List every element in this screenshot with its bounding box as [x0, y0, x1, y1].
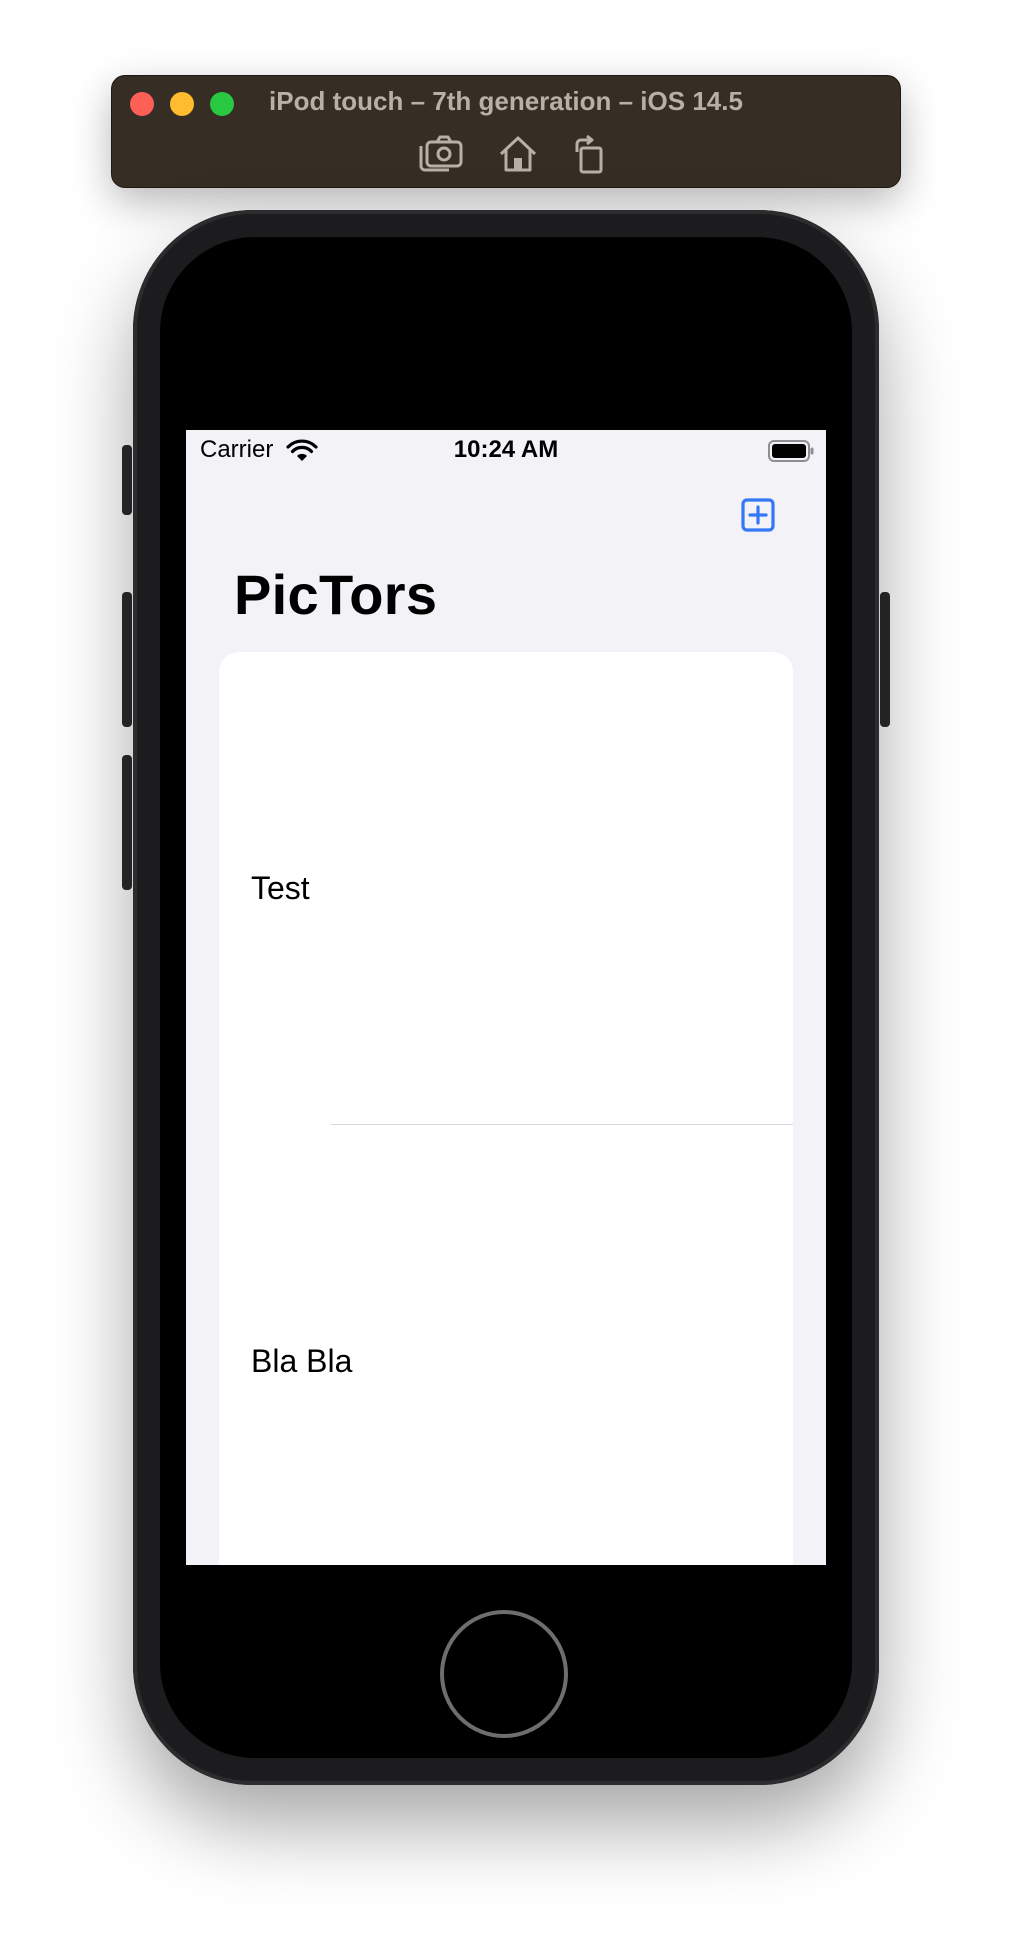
window-title: iPod touch – 7th generation – iOS 14.5 [269, 86, 743, 116]
home-icon[interactable] [495, 134, 541, 174]
status-time: 10:24 AM [453, 436, 559, 463]
add-button[interactable] [741, 498, 775, 532]
volume-down-button [122, 755, 132, 890]
device-screen: Carrier 10:24 AM PicTors Test Bla Bla [186, 430, 826, 1565]
plus-square-icon [741, 498, 775, 532]
list-item[interactable]: Bla Bla [219, 1125, 793, 1565]
power-button [880, 592, 890, 727]
list-item-label: Bla Bla [251, 1343, 353, 1379]
list-item-label: Test [251, 870, 310, 906]
rotate-icon[interactable] [567, 134, 613, 174]
page-title: PicTors [234, 563, 438, 626]
camera-icon[interactable] [418, 134, 464, 174]
battery-icon [768, 439, 814, 463]
device-home-button[interactable] [440, 1610, 568, 1738]
status-bar: Carrier 10:24 AM [186, 430, 826, 472]
simulator-titlebar: iPod touch – 7th generation – iOS 14.5 [111, 75, 901, 188]
list-item[interactable]: Test [219, 652, 793, 1124]
items-list: Test Bla Bla [219, 652, 793, 1565]
mute-switch [122, 445, 132, 515]
volume-up-button [122, 592, 132, 727]
